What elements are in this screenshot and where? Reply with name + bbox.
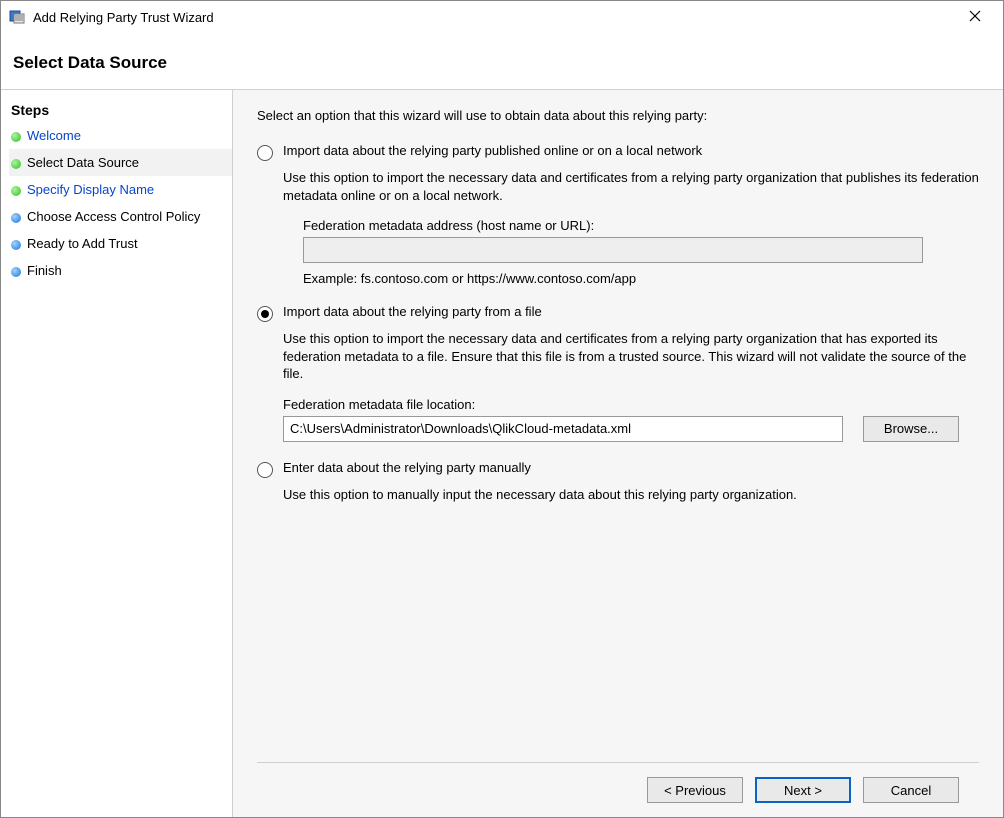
step-ready-to-add-trust[interactable]: Ready to Add Trust bbox=[9, 230, 232, 257]
next-button[interactable]: Next > bbox=[755, 777, 851, 803]
metadata-url-input bbox=[303, 237, 923, 263]
content-scroll: Select an option that this wizard will u… bbox=[257, 106, 979, 762]
option-import-online-desc: Use this option to import the necessary … bbox=[283, 169, 979, 204]
metadata-url-example: Example: fs.contoso.com or https://www.c… bbox=[303, 271, 979, 286]
step-label: Specify Display Name bbox=[27, 182, 154, 197]
wizard-body: Steps Welcome Select Data Source Specify… bbox=[1, 89, 1003, 817]
radio-import-file[interactable] bbox=[257, 306, 273, 322]
wizard-footer: < Previous Next > Cancel bbox=[257, 762, 979, 817]
option-label: Enter data about the relying party manua… bbox=[283, 460, 531, 475]
option-manual-desc: Use this option to manually input the ne… bbox=[283, 486, 979, 504]
metadata-url-label: Federation metadata address (host name o… bbox=[303, 218, 979, 233]
titlebar: Add Relying Party Trust Wizard bbox=[1, 1, 1003, 33]
close-icon bbox=[969, 10, 981, 22]
step-label: Select Data Source bbox=[27, 155, 139, 170]
bullet-icon bbox=[11, 213, 21, 223]
content-pane: Select an option that this wizard will u… bbox=[233, 90, 1003, 817]
step-label: Welcome bbox=[27, 128, 81, 143]
bullet-icon bbox=[11, 267, 21, 277]
step-specify-display-name[interactable]: Specify Display Name bbox=[9, 176, 232, 203]
step-label: Ready to Add Trust bbox=[27, 236, 138, 251]
bullet-icon bbox=[11, 159, 21, 169]
step-select-data-source[interactable]: Select Data Source bbox=[9, 149, 232, 176]
close-button[interactable] bbox=[955, 10, 995, 25]
intro-text: Select an option that this wizard will u… bbox=[257, 108, 979, 123]
radio-import-online[interactable] bbox=[257, 145, 273, 161]
option-label: Import data about the relying party publ… bbox=[283, 143, 702, 158]
option-import-file-desc: Use this option to import the necessary … bbox=[283, 330, 979, 383]
metadata-file-input[interactable] bbox=[283, 416, 843, 442]
bullet-icon bbox=[11, 132, 21, 142]
wizard-window: Add Relying Party Trust Wizard Select Da… bbox=[0, 0, 1004, 818]
page-title: Select Data Source bbox=[1, 33, 1003, 89]
window-title: Add Relying Party Trust Wizard bbox=[33, 10, 955, 25]
bullet-icon bbox=[11, 186, 21, 196]
option-manual[interactable]: Enter data about the relying party manua… bbox=[257, 460, 979, 478]
metadata-file-label: Federation metadata file location: bbox=[283, 397, 979, 412]
browse-button[interactable]: Browse... bbox=[863, 416, 959, 442]
step-choose-access-control-policy[interactable]: Choose Access Control Policy bbox=[9, 203, 232, 230]
step-label: Finish bbox=[27, 263, 62, 278]
step-label: Choose Access Control Policy bbox=[27, 209, 200, 224]
steps-sidebar: Steps Welcome Select Data Source Specify… bbox=[1, 90, 233, 817]
option-import-online[interactable]: Import data about the relying party publ… bbox=[257, 143, 979, 161]
option-label: Import data about the relying party from… bbox=[283, 304, 542, 319]
metadata-file-row: Browse... bbox=[283, 416, 979, 442]
step-finish[interactable]: Finish bbox=[9, 257, 232, 284]
step-welcome[interactable]: Welcome bbox=[9, 122, 232, 149]
option-import-file[interactable]: Import data about the relying party from… bbox=[257, 304, 979, 322]
app-icon bbox=[9, 9, 25, 25]
radio-manual[interactable] bbox=[257, 462, 273, 478]
steps-heading: Steps bbox=[9, 98, 232, 122]
previous-button[interactable]: < Previous bbox=[647, 777, 743, 803]
bullet-icon bbox=[11, 240, 21, 250]
cancel-button[interactable]: Cancel bbox=[863, 777, 959, 803]
